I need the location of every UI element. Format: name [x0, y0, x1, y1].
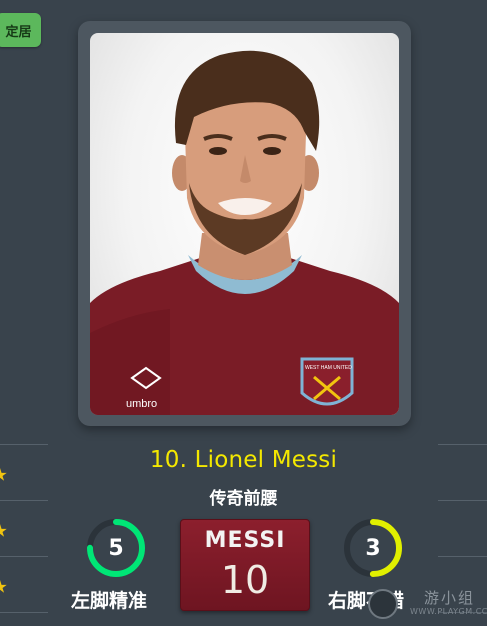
left-foot-ring: 5	[85, 517, 147, 579]
watermark-en: WWW.PLAYGM.CC	[410, 607, 487, 616]
watermark-logo-icon	[368, 589, 398, 619]
right-foot-value: 3	[365, 535, 381, 561]
star-icon	[0, 580, 7, 593]
watermark-cn: 游小组	[424, 589, 476, 607]
settle-button[interactable]: 定居	[0, 13, 41, 47]
star-icon	[0, 524, 7, 537]
divider	[438, 556, 487, 557]
club-crest-text: WEST HAM UNITED	[305, 365, 352, 371]
right-foot-ring: 3	[342, 517, 404, 579]
player-portrait: umbro WEST HAM UNITED	[90, 33, 399, 415]
jersey-name: MESSI	[204, 528, 286, 553]
umbro-logo: umbro	[126, 398, 157, 410]
player-portrait-art: umbro WEST HAM UNITED	[90, 50, 399, 415]
player-name: 10. Lionel Messi	[149, 447, 338, 473]
left-foot-value: 5	[108, 535, 124, 561]
player-card[interactable]: umbro WEST HAM UNITED	[78, 21, 411, 426]
divider	[0, 612, 48, 613]
divider	[438, 444, 487, 445]
jersey-card: MESSI 10	[180, 519, 310, 611]
watermark: 游小组 WWW.PLAYGM.CC	[368, 585, 487, 621]
jersey-number: 10	[220, 558, 270, 602]
divider	[0, 444, 48, 445]
player-position: 传奇前腰	[209, 489, 278, 509]
divider	[0, 556, 48, 557]
left-foot-label: 左脚精准	[71, 590, 148, 612]
